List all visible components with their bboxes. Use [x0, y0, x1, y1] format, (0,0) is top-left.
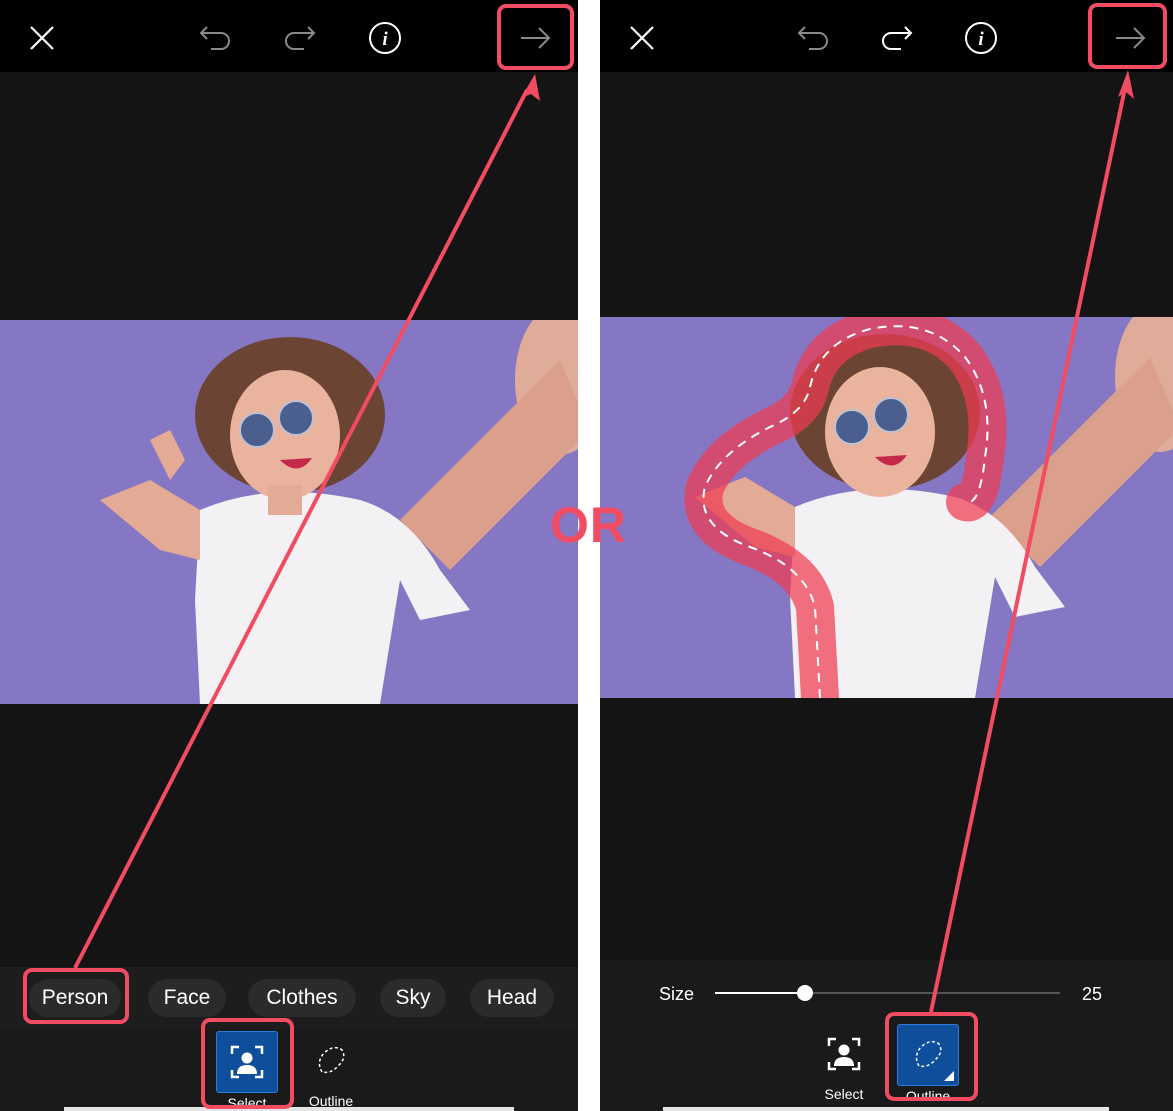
arrow-right-head	[1118, 70, 1134, 99]
or-separator-text: OR	[550, 497, 627, 553]
arrow-left-line	[73, 89, 529, 969]
annotation-arrows	[73, 70, 1134, 1013]
arrow-right-line	[929, 87, 1127, 1013]
